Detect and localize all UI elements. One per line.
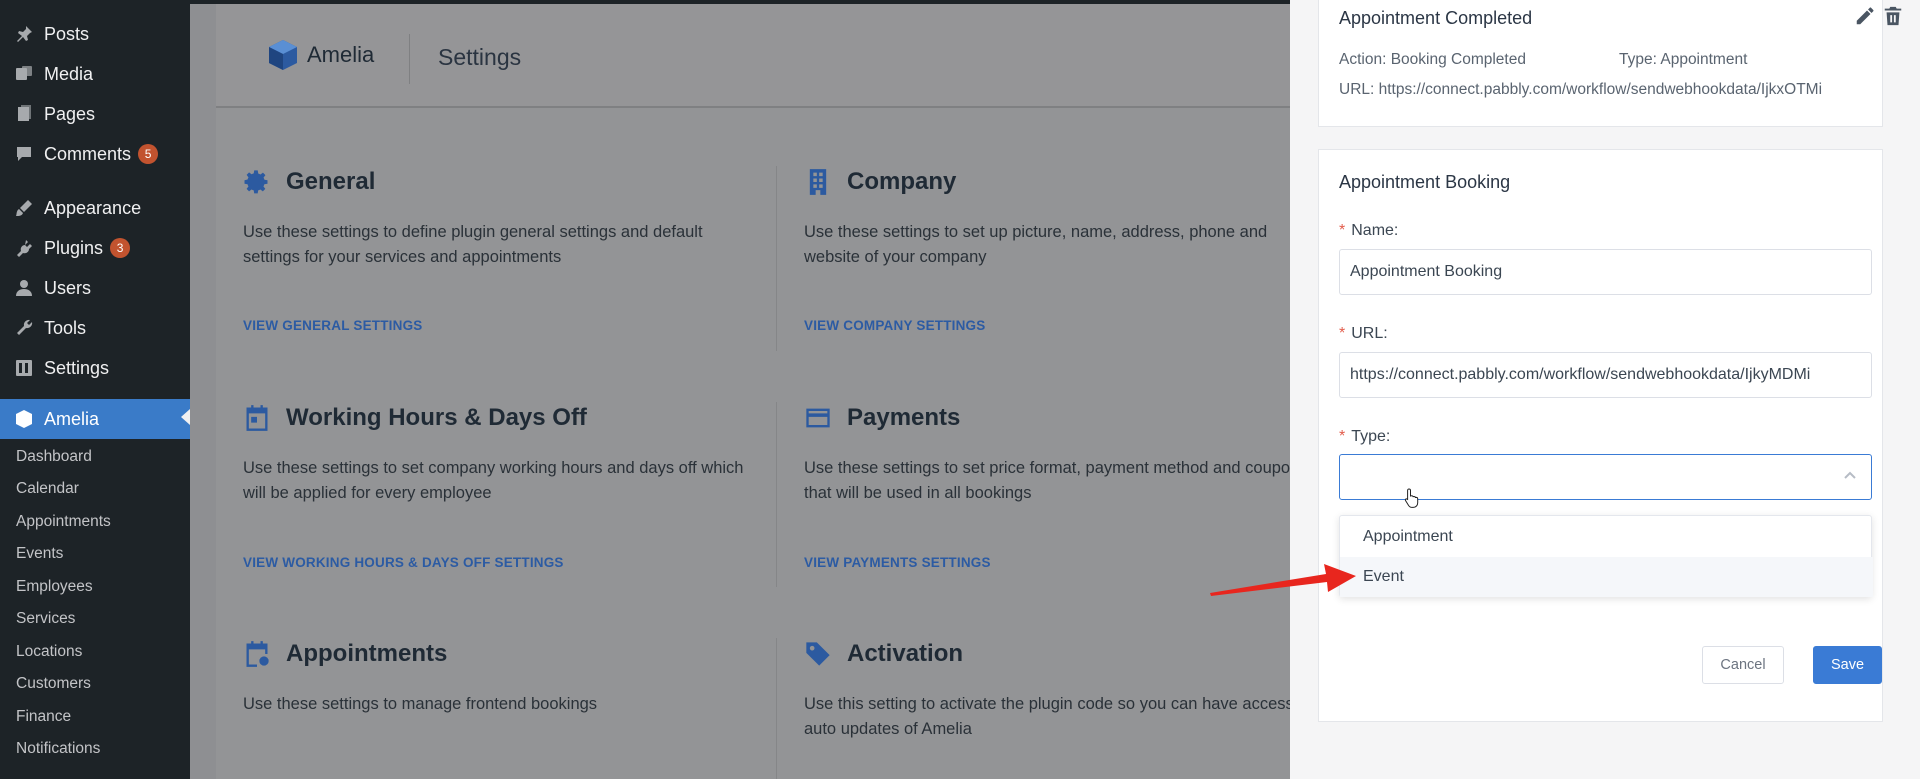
working-hours-desc: Use these settings to set company workin… <box>243 459 744 502</box>
header-divider <box>409 34 410 84</box>
gear-icon <box>243 168 271 196</box>
general-desc: Use these settings to define plugin gene… <box>243 223 703 266</box>
type-dropdown: Appointment Event <box>1339 515 1873 597</box>
view-general-settings-link[interactable]: VIEW GENERAL SETTINGS <box>243 318 422 333</box>
sidebar-item-plugins[interactable]: Plugins 3 <box>0 230 190 266</box>
active-indicator <box>181 409 190 425</box>
credit-card-icon <box>804 404 832 432</box>
annotation-arrow-icon <box>1210 564 1356 596</box>
company-settings-card: Company Use these settings to set up pic… <box>804 166 1290 270</box>
submenu-finance[interactable]: Finance <box>16 706 71 728</box>
webhook-action: Action: Booking Completed <box>1339 51 1526 68</box>
activation-card: Activation Use this setting to activate … <box>804 638 1290 742</box>
company-desc: Use these settings to set up picture, na… <box>804 223 1268 266</box>
sidebar-item-tools[interactable]: Tools <box>0 310 190 346</box>
webhook-url: URL: https://connect.pabbly.com/workflow… <box>1339 81 1823 98</box>
submenu-calendar[interactable]: Calendar <box>16 478 79 500</box>
cancel-button[interactable]: Cancel <box>1702 646 1784 684</box>
appointments-title: Appointments <box>286 640 448 667</box>
type-label: * Type: <box>1339 428 1391 445</box>
comments-count-badge: 5 <box>138 144 159 164</box>
user-icon <box>13 277 35 299</box>
trash-icon[interactable] <box>1882 5 1904 27</box>
pencil-icon[interactable] <box>1854 5 1876 27</box>
webhook-panel: Appointment Completed Action: Booking Co… <box>1290 0 1920 779</box>
option-event[interactable]: Event <box>1340 557 1873 597</box>
wp-admin-sidebar: Posts Media Pages Comments 5 Appearance … <box>0 4 190 779</box>
submenu-events[interactable]: Events <box>16 543 63 565</box>
webhook-item-appointment-completed: Appointment Completed Action: Booking Co… <box>1318 0 1902 127</box>
sidebar-item-users[interactable]: Users <box>0 270 190 306</box>
building-icon <box>804 168 832 196</box>
url-input[interactable] <box>1339 352 1872 398</box>
sidebar-item-settings[interactable]: Settings <box>0 350 190 386</box>
submenu-customers[interactable]: Customers <box>16 673 91 695</box>
webhook-edit-form: Appointment Booking *Name: *URL: *Type: … <box>1318 149 1883 722</box>
sidebar-item-posts[interactable]: Posts <box>0 16 190 52</box>
settings-icon <box>13 357 35 379</box>
save-button[interactable]: Save <box>1813 646 1882 684</box>
url-label: * URL: <box>1339 325 1388 342</box>
divider <box>776 638 777 779</box>
wrench-icon <box>13 317 35 339</box>
name-input[interactable] <box>1339 249 1872 295</box>
plugins-count-badge: 3 <box>110 238 131 258</box>
tag-icon <box>804 640 832 668</box>
form-title: Appointment Booking <box>1339 172 1511 192</box>
sidebar-item-appearance[interactable]: Appearance <box>0 190 190 226</box>
sidebar-item-media[interactable]: Media <box>0 56 190 92</box>
divider <box>776 402 777 587</box>
plugin-icon <box>13 237 35 259</box>
amelia-logo-icon <box>269 40 297 70</box>
payments-card: Payments Use these settings to set price… <box>804 402 1290 506</box>
appointments-card: Appointments Use these settings to manag… <box>243 638 763 717</box>
chevron-up-icon <box>1841 467 1859 485</box>
general-title: General <box>286 168 376 195</box>
option-appointment[interactable]: Appointment <box>1340 517 1873 557</box>
submenu-appointments[interactable]: Appointments <box>16 511 111 533</box>
view-company-settings-link[interactable]: VIEW COMPANY SETTINGS <box>804 318 985 333</box>
calendar-settings-icon <box>243 640 271 668</box>
page-title: Settings <box>438 44 522 70</box>
activation-desc: Use this setting to activate the plugin … <box>804 695 1290 738</box>
activation-title: Activation <box>847 640 964 667</box>
sidebar-item-pages[interactable]: Pages <box>0 96 190 132</box>
sidebar-item-comments[interactable]: Comments 5 <box>0 136 190 172</box>
company-title: Company <box>847 168 957 195</box>
calendar-icon <box>243 404 271 432</box>
sidebar-item-amelia[interactable]: Amelia <box>0 399 190 439</box>
submenu-employees[interactable]: Employees <box>16 576 93 598</box>
pushpin-icon <box>13 23 35 45</box>
comment-icon <box>13 143 35 165</box>
divider <box>776 166 777 351</box>
appointments-desc: Use these settings to manage frontend bo… <box>243 695 598 713</box>
working-hours-card: Working Hours & Days Off Use these setti… <box>243 402 763 506</box>
hand-cursor-icon <box>1404 488 1419 508</box>
submenu-notifications[interactable]: Notifications <box>16 738 100 760</box>
working-hours-title: Working Hours & Days Off <box>286 404 587 431</box>
view-payments-settings-link[interactable]: VIEW PAYMENTS SETTINGS <box>804 555 991 570</box>
amelia-logo: Amelia <box>269 40 374 70</box>
submenu-locations[interactable]: Locations <box>16 641 82 663</box>
name-label: * Name: <box>1339 222 1399 239</box>
submenu-services[interactable]: Services <box>16 608 75 630</box>
payments-desc: Use these settings to set price format, … <box>804 459 1290 502</box>
general-settings-card: General Use these settings to define plu… <box>243 166 763 270</box>
payments-title: Payments <box>847 404 961 431</box>
paintbrush-icon <box>13 197 35 219</box>
amelia-icon <box>13 408 35 430</box>
amelia-header: Amelia Settings <box>216 4 1290 108</box>
view-working-hours-link[interactable]: VIEW WORKING HOURS & DAYS OFF SETTINGS <box>243 555 564 570</box>
media-icon <box>13 63 35 85</box>
submenu-dashboard[interactable]: Dashboard <box>16 446 92 468</box>
pages-icon <box>13 103 35 125</box>
webhook-type: Type: Appointment <box>1619 51 1748 68</box>
webhook-title: Appointment Completed <box>1339 8 1533 28</box>
settings-main: Amelia Settings General Use these settin… <box>190 4 1290 779</box>
